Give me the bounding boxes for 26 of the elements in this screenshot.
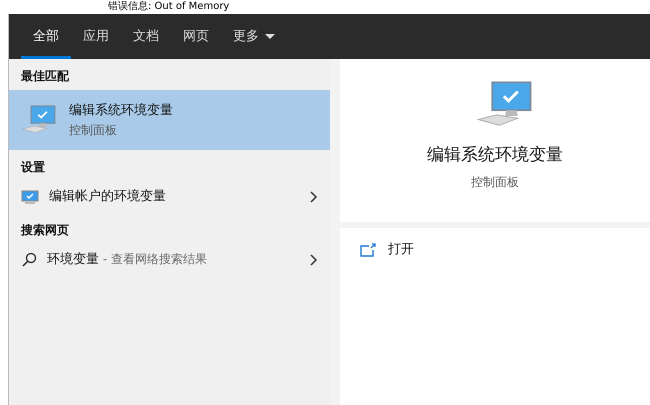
preview-subtitle: 控制面板 [471, 174, 519, 190]
section-heading: 设置 [20, 159, 46, 176]
result-title: 编辑帐户的环境变量 [49, 188, 166, 206]
open-action[interactable]: 打开 [360, 240, 414, 260]
result-item[interactable]: 环境变量 - 查看网络搜索结果 [9, 244, 330, 276]
computer-icon [21, 105, 57, 135]
result-item[interactable]: 编辑系统环境变量 控制面板 [9, 90, 330, 150]
chevron-icon [310, 254, 318, 266]
search-icon [21, 252, 37, 268]
caret-icon [265, 34, 275, 39]
monitor-icon [21, 190, 39, 204]
section-heading: 搜索网页 [20, 222, 70, 239]
background-text: 错误信息: Out of Memory [108, 0, 230, 14]
result-item[interactable]: 编辑帐户的环境变量 [9, 181, 330, 213]
result-subtitle: 控制面板 [69, 122, 118, 139]
tab[interactable]: 网页 [171, 14, 221, 59]
chevron-icon [310, 190, 318, 203]
computer-icon [476, 81, 534, 129]
result-title: 环境变量 - 查看网络搜索结果 [47, 251, 207, 270]
tab[interactable]: 文档 [121, 14, 171, 59]
preview-title: 编辑系统环境变量 [427, 144, 563, 167]
section-heading: 最佳匹配 [20, 68, 70, 85]
tab[interactable]: 应用 [71, 14, 121, 59]
result-title: 编辑系统环境变量 [69, 102, 173, 120]
tab[interactable]: 更多 [221, 14, 287, 59]
open-icon [360, 242, 376, 257]
